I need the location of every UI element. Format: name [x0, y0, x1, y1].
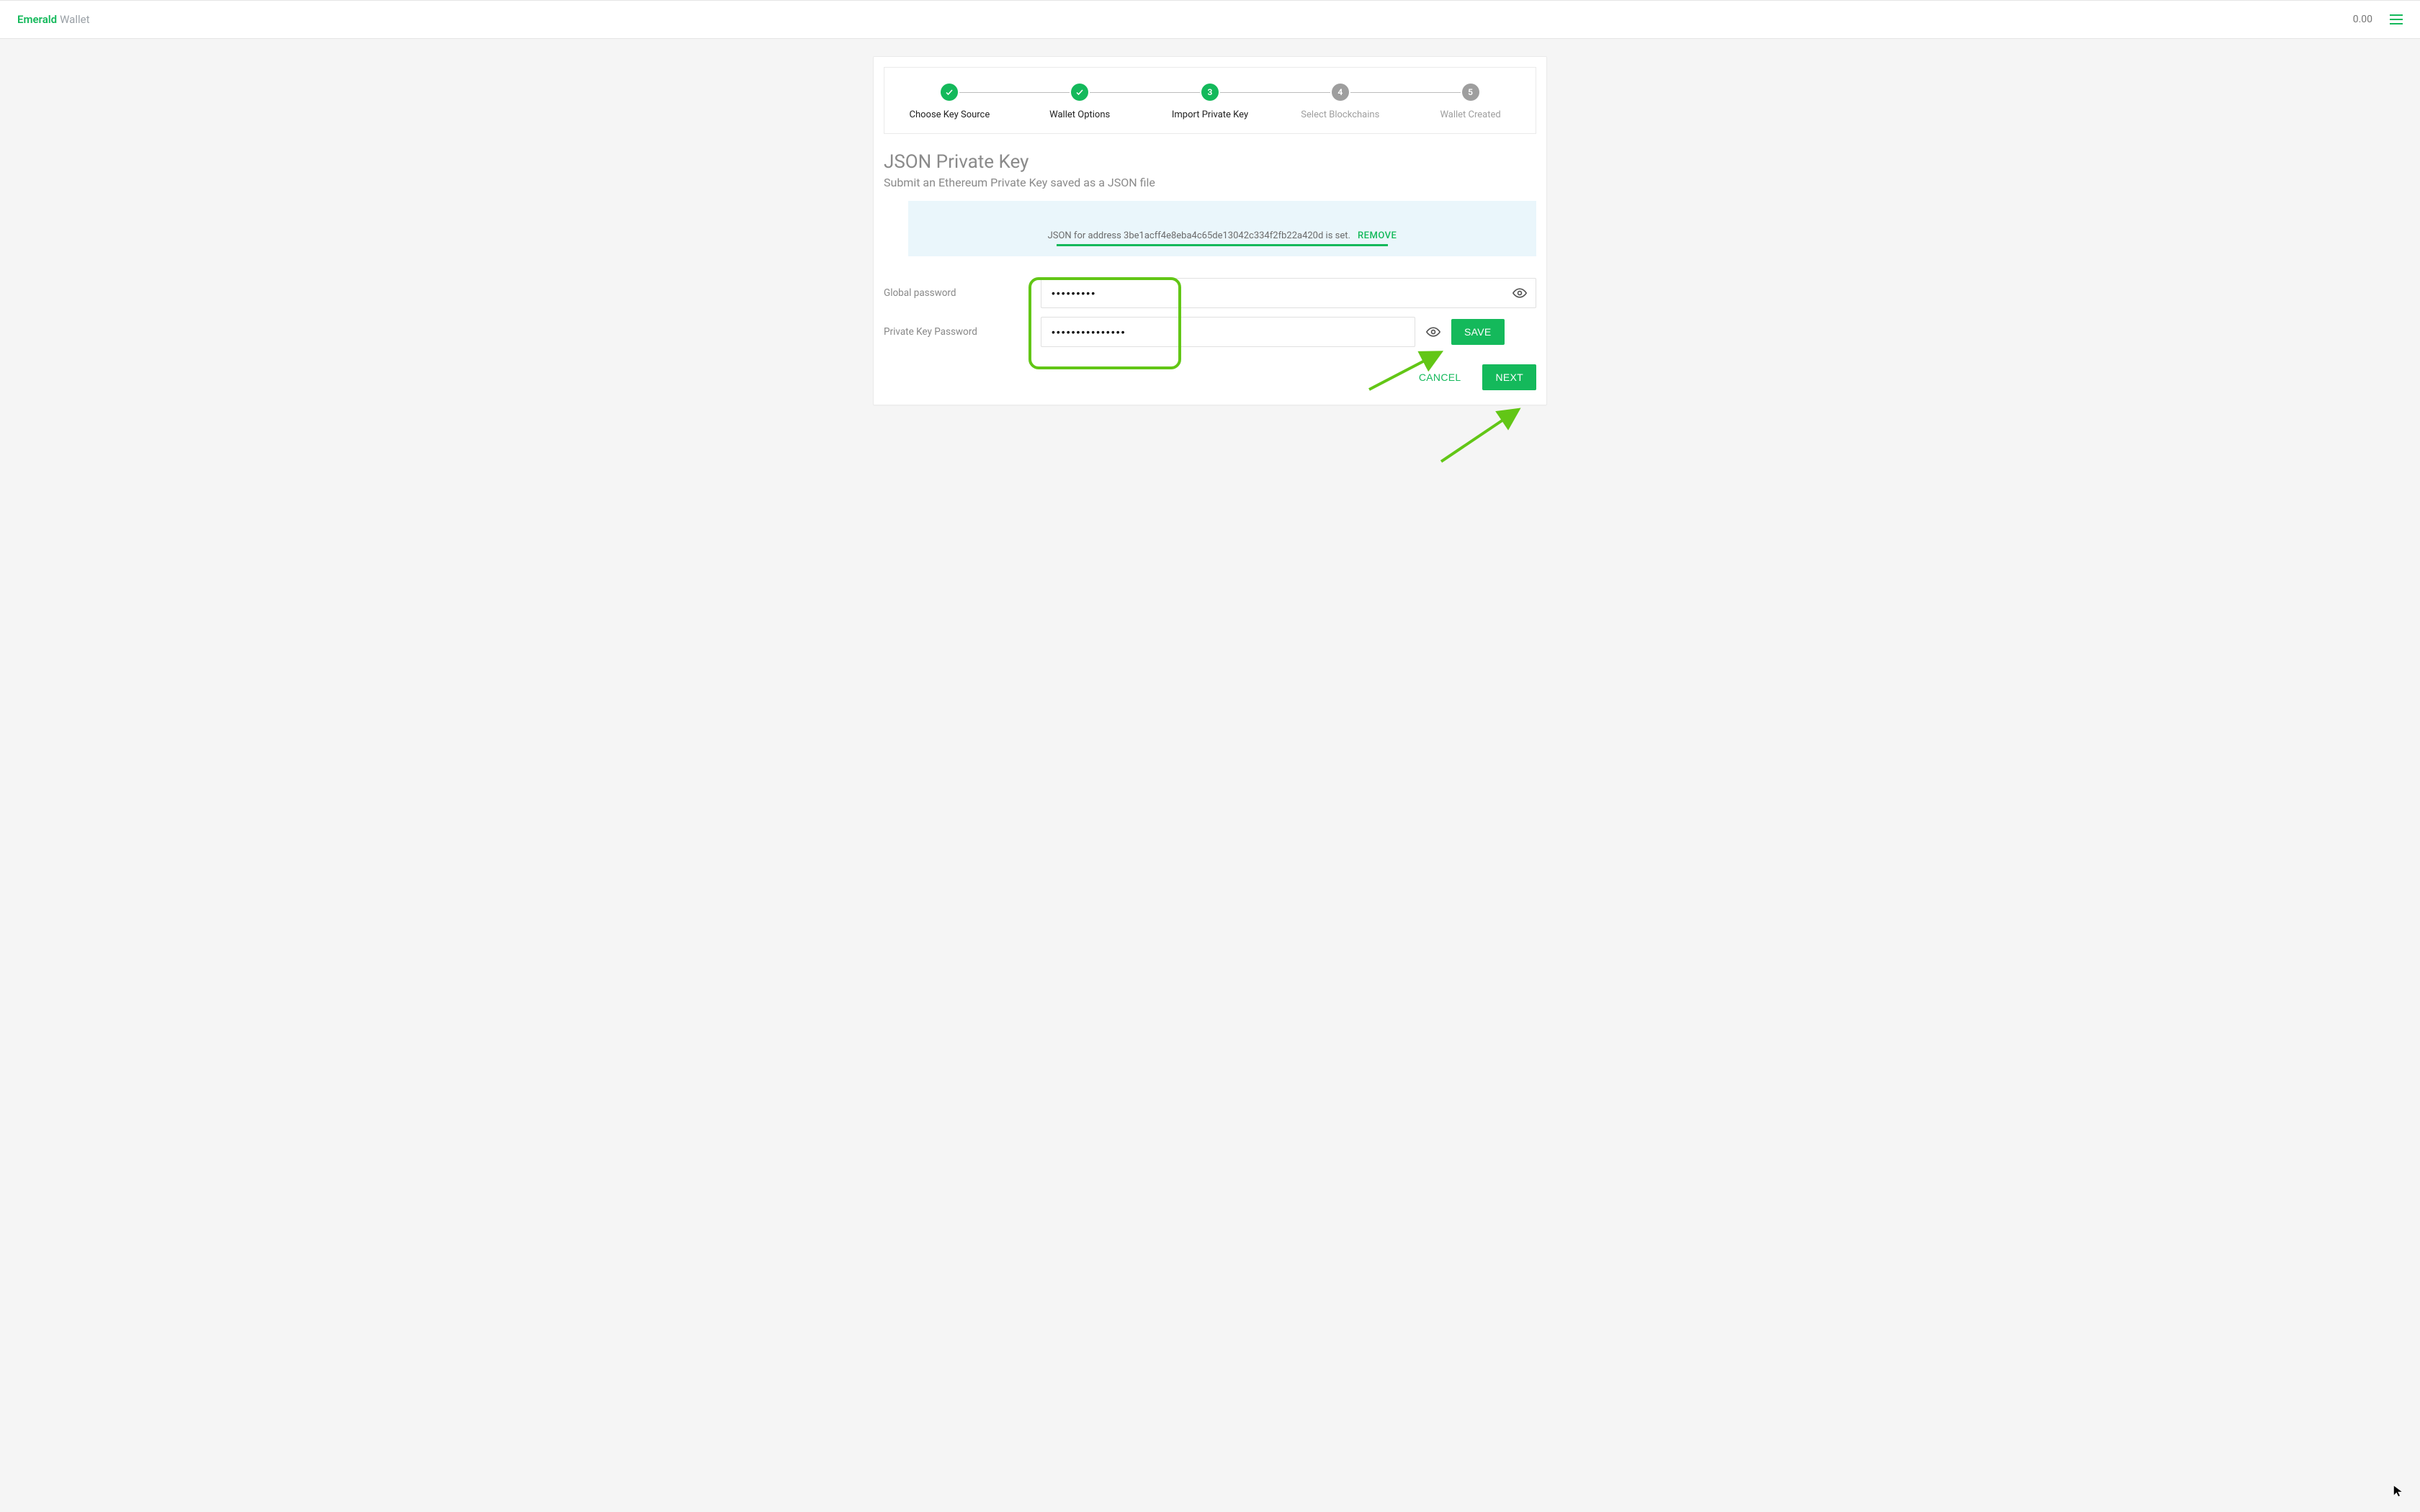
stepper-step: 5 Wallet Created	[1405, 84, 1536, 120]
cancel-button[interactable]: CANCEL	[1409, 364, 1471, 390]
section-header: JSON Private Key Submit an Ethereum Priv…	[874, 151, 1546, 256]
global-password-input[interactable]	[1041, 278, 1536, 308]
brand-sub: Wallet	[60, 13, 89, 26]
brand-name: Emerald	[17, 13, 57, 26]
global-password-label: Global password	[884, 287, 1041, 299]
menu-icon[interactable]	[2390, 14, 2403, 24]
json-set-text: JSON for address 3be1acff4e8eba4c65de130…	[1048, 230, 1350, 241]
remove-json-button[interactable]: REMOVE	[1358, 230, 1397, 241]
stepper-step: Wallet Options	[1015, 84, 1145, 120]
top-bar-right: 0.00	[2353, 14, 2403, 25]
step-label: Wallet Created	[1405, 109, 1536, 120]
stepper: Choose Key SourceWallet Options 3 Import P…	[884, 67, 1536, 134]
top-bar: Emerald Wallet 0.00	[0, 0, 2420, 39]
next-button[interactable]: NEXT	[1482, 364, 1536, 390]
stepper-step: 4 Select Blockchains	[1275, 84, 1405, 120]
pk-password-row: Private Key Password SAVE	[874, 312, 1546, 351]
save-button[interactable]: SAVE	[1451, 319, 1505, 345]
step-number: 4	[1332, 84, 1349, 101]
step-label: Choose Key Source	[884, 109, 1015, 120]
annotation-arrow-next	[1435, 402, 1529, 467]
step-label: Select Blockchains	[1275, 109, 1405, 120]
section-subtitle: Submit an Ethereum Private Key saved as …	[884, 176, 1536, 189]
cursor-icon	[2393, 1485, 2406, 1498]
eye-icon[interactable]	[1425, 324, 1441, 340]
stepper-step: Choose Key Source	[884, 84, 1015, 120]
step-label: Wallet Options	[1015, 109, 1145, 120]
stepper-step: 3 Import Private Key	[1145, 84, 1276, 120]
pk-password-input[interactable]	[1041, 317, 1415, 347]
step-number: 3	[1201, 84, 1219, 101]
json-set-banner: JSON for address 3be1acff4e8eba4c65de130…	[908, 201, 1536, 256]
global-password-row: Global password	[874, 274, 1546, 312]
step-label: Import Private Key	[1145, 109, 1276, 120]
balance-value: 0.00	[2353, 14, 2372, 25]
wizard-actions: CANCEL NEXT	[874, 351, 1546, 390]
app-brand: Emerald Wallet	[17, 13, 90, 26]
check-icon	[941, 84, 958, 101]
pk-password-label: Private Key Password	[884, 326, 1041, 338]
wizard-card: Choose Key SourceWallet Options 3 Import P…	[873, 56, 1547, 405]
check-icon	[1071, 84, 1088, 101]
banner-underline	[1057, 244, 1388, 246]
page: Choose Key SourceWallet Options 3 Import P…	[0, 39, 2420, 405]
section-title: JSON Private Key	[884, 151, 1536, 173]
eye-icon[interactable]	[1512, 285, 1528, 301]
step-number: 5	[1462, 84, 1479, 101]
